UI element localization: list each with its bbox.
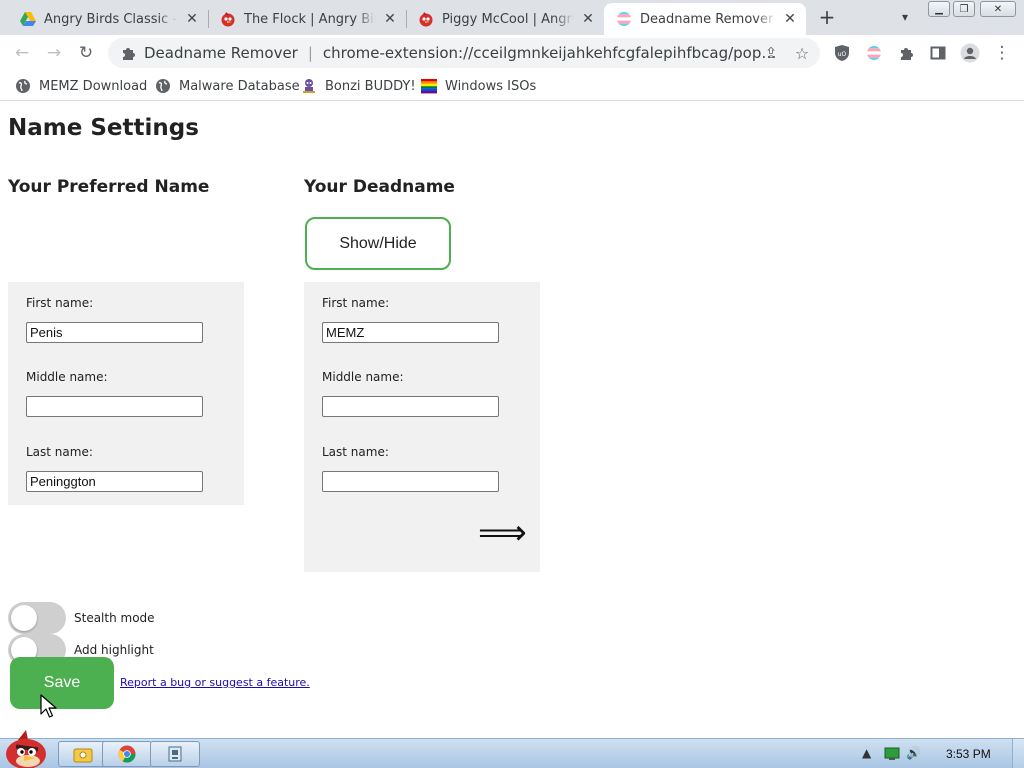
tab-deadname-remover[interactable]: Deadname Remover Op ✕ — [604, 3, 806, 35]
bookmark-memz-download[interactable]: MEMZ Download — [15, 76, 147, 96]
add-highlight-label: Add highlight — [74, 643, 154, 657]
tab-the-flock[interactable]: The Flock | Angry Birds ✕ — [208, 3, 406, 35]
tab-search-chevron-icon[interactable]: ▾ — [896, 8, 914, 26]
rainbow-flag-icon — [421, 79, 437, 94]
deadname-heading: Your Deadname — [304, 177, 455, 197]
kebab-menu-icon[interactable]: ⋮ — [991, 42, 1013, 64]
close-window-button[interactable]: ✕ — [980, 1, 1016, 17]
back-arrow-icon[interactable]: ← — [11, 42, 33, 64]
screen: Angry Birds Classic - Go ✕ The Flock | A… — [0, 0, 1024, 768]
stealth-mode-toggle[interactable] — [8, 602, 66, 634]
preferred-first-name-label: First name: — [26, 296, 94, 310]
tab-angry-birds-classic[interactable]: Angry Birds Classic - Go ✕ — [8, 3, 208, 35]
preferred-name-panel: First name: Middle name: Last name: — [8, 282, 244, 505]
close-icon[interactable]: ✕ — [782, 11, 798, 27]
address-separator: | — [307, 44, 313, 62]
preferred-last-name-input[interactable] — [26, 471, 203, 492]
svg-text:uO: uO — [838, 51, 847, 58]
share-icon[interactable]: ⇪ — [760, 42, 782, 64]
preferred-name-heading: Your Preferred Name — [8, 177, 210, 197]
close-icon[interactable]: ✕ — [184, 11, 200, 27]
close-icon[interactable]: ✕ — [382, 11, 398, 27]
forward-arrow-icon[interactable]: → — [43, 42, 65, 64]
new-tab-button[interactable]: + — [815, 6, 839, 30]
app-icon — [168, 746, 182, 762]
volume-icon[interactable]: 🔊 — [906, 746, 921, 760]
taskbar-chrome-button[interactable] — [102, 741, 152, 767]
tab-label: Angry Birds Classic - Go — [44, 11, 178, 27]
deadname-last-name-input[interactable] — [322, 471, 499, 492]
bookmark-bonzi-buddy[interactable]: Bonzi BUDDY! — [301, 76, 416, 96]
bookmarks-bar: MEMZ Download Malware Database Bonzi BUD… — [0, 71, 1024, 101]
deadname-first-name-input[interactable] — [322, 322, 499, 343]
globe-icon — [156, 79, 170, 93]
mouse-cursor-icon — [40, 694, 57, 718]
restore-button[interactable]: ❐ — [953, 1, 975, 17]
trans-flag-icon — [617, 12, 631, 26]
extensions-puzzle-icon[interactable] — [895, 42, 917, 64]
preferred-middle-name-label: Middle name: — [26, 370, 108, 384]
side-panel-icon[interactable] — [927, 42, 949, 64]
address-bar[interactable]: Deadname Remover | chrome-extension://cc… — [108, 38, 820, 68]
bookmark-malware-database[interactable]: Malware Database — [155, 76, 300, 96]
page-title: Name Settings — [8, 115, 199, 141]
extension-name: Deadname Remover — [144, 44, 298, 62]
chrome-icon — [118, 745, 136, 763]
red-bird-icon — [419, 12, 433, 27]
url-text: chrome-extension://cceilgmnkeijahkehfcgf… — [322, 44, 783, 62]
preferred-last-name-label: Last name: — [26, 445, 93, 459]
trans-flag-extension-icon[interactable] — [863, 42, 885, 64]
preferred-first-name-input[interactable] — [26, 322, 203, 343]
tab-label: Piggy McCool | Angry B — [442, 11, 574, 27]
red-bird-icon — [221, 12, 235, 27]
ublock-icon[interactable]: uO — [831, 42, 853, 64]
profile-avatar-icon[interactable] — [959, 42, 981, 64]
show-desktop-button[interactable] — [1012, 739, 1024, 768]
tab-strip: Angry Birds Classic - Go ✕ The Flock | A… — [0, 0, 1024, 35]
tab-label: Deadname Remover Op — [640, 11, 776, 27]
deadname-middle-name-label: Middle name: — [322, 370, 404, 384]
options-page: Name Settings Your Preferred Name Your D… — [0, 102, 1024, 738]
tab-label: The Flock | Angry Birds — [244, 11, 376, 27]
taskbar-app-button[interactable] — [150, 741, 200, 767]
preferred-middle-name-input[interactable] — [26, 396, 203, 417]
taskbar-clock[interactable]: 3:53 PM — [946, 747, 991, 761]
start-button-red-bird-icon[interactable] — [2, 730, 50, 768]
deadname-middle-name-input[interactable] — [322, 396, 499, 417]
explorer-icon — [73, 748, 93, 763]
bookmark-label: Malware Database — [179, 78, 300, 94]
bookmark-label: MEMZ Download — [39, 78, 148, 94]
bookmark-label: Windows ISOs — [445, 78, 537, 94]
double-right-arrow-icon: ⟹ — [478, 513, 527, 553]
toggle-knob — [11, 605, 37, 631]
star-icon[interactable]: ☆ — [791, 42, 813, 64]
bookmark-windows-isos[interactable]: Windows ISOs — [421, 76, 536, 96]
network-icon[interactable] — [884, 747, 900, 764]
reload-icon[interactable]: ↻ — [75, 42, 97, 64]
deadname-last-name-label: Last name: — [322, 445, 389, 459]
google-drive-icon — [20, 12, 36, 26]
show-hide-button[interactable]: Show/Hide — [305, 217, 451, 270]
bookmark-label: Bonzi BUDDY! — [325, 78, 416, 94]
close-icon[interactable]: ✕ — [580, 11, 596, 27]
save-button[interactable]: Save — [10, 657, 114, 709]
browser-toolbar: ← → ↻ Deadname Remover | chrome-extensio… — [0, 35, 1024, 71]
minimize-button[interactable]: ▁ — [928, 1, 950, 17]
report-bug-link[interactable]: Report a bug or suggest a feature. — [120, 676, 310, 689]
tab-piggy-mccool[interactable]: Piggy McCool | Angry B ✕ — [406, 3, 604, 35]
stealth-mode-label: Stealth mode — [74, 611, 155, 625]
tray-expand-icon[interactable]: ▲ — [862, 746, 871, 760]
puzzle-icon — [123, 48, 135, 60]
taskbar-explorer-button[interactable] — [58, 741, 108, 767]
globe-icon — [16, 79, 30, 93]
deadname-first-name-label: First name: — [322, 296, 390, 310]
windows-taskbar: ▲ 🔊 3:53 PM — [0, 738, 1024, 768]
bonzi-icon — [303, 79, 315, 93]
deadname-panel: First name: Middle name: Last name: ⟹ — [304, 282, 540, 572]
